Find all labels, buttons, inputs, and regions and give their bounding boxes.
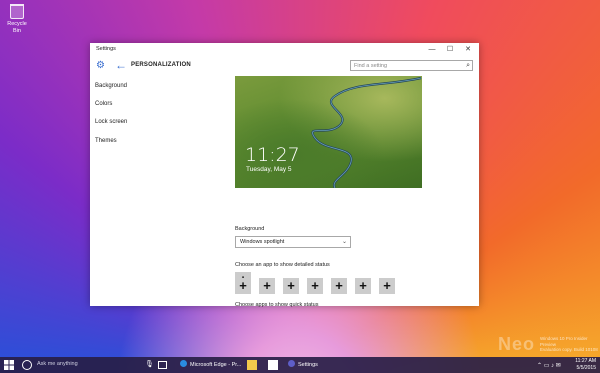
window-title: Settings xyxy=(96,46,116,52)
quick-status-add-button-5[interactable]: + xyxy=(331,278,347,294)
build-line-1: Windows 10 Pro Insider Preview xyxy=(540,336,588,347)
quick-status-add-button-7[interactable]: + xyxy=(379,278,395,294)
page-title: PERSONALIZATION xyxy=(131,62,191,68)
chevron-down-icon: ⌄ xyxy=(341,239,347,245)
build-watermark: Windows 10 Pro Insider Preview Evaluatio… xyxy=(540,336,600,353)
watermark-logo: Neo xyxy=(498,334,536,354)
lock-screen-date: Tuesday, May 5 xyxy=(246,166,292,173)
back-arrow-icon[interactable]: ← xyxy=(115,59,127,71)
lock-screen-preview: 11:27 Tuesday, May 5 xyxy=(235,76,422,188)
sidebar-item-themes[interactable]: Themes xyxy=(95,138,117,144)
task-view-icon[interactable] xyxy=(158,361,167,369)
sidebar-item-background[interactable]: Background xyxy=(95,83,127,89)
settings-window: Settings — ☐ ✕ ⚙ ← PERSONALIZATION ⌕ Bac… xyxy=(90,43,479,308)
clock-date: 5/5/2015 xyxy=(576,364,596,371)
quick-status-add-button-6[interactable]: + xyxy=(355,278,371,294)
background-label: Background xyxy=(235,226,265,232)
store-icon[interactable] xyxy=(268,360,278,370)
close-button[interactable]: ✕ xyxy=(463,45,473,54)
maximize-button[interactable]: ☐ xyxy=(445,45,455,54)
search-icon[interactable]: ⌕ xyxy=(466,61,470,70)
sidebar-item-lock-screen[interactable]: Lock screen xyxy=(95,119,127,125)
taskbar-search-box[interactable]: Ask me anything xyxy=(37,361,78,367)
quick-status-add-button-4[interactable]: + xyxy=(307,278,323,294)
recycle-bin-icon xyxy=(10,4,24,19)
lock-screen-time: 11:27 xyxy=(245,144,300,166)
main-content: 11:27 Tuesday, May 5 Background Windows … xyxy=(235,76,479,308)
taskbar: Ask me anything 🎙 Microsoft Edge - Pr...… xyxy=(0,357,600,373)
taskbar-app-settings[interactable]: Settings xyxy=(288,357,318,373)
taskbar-app-edge[interactable]: Microsoft Edge - Pr... xyxy=(180,357,241,373)
build-line-2: Evaluation copy. Build 10108 xyxy=(540,347,598,352)
title-bar[interactable]: Settings — ☐ ✕ xyxy=(90,43,479,56)
background-dropdown-value: Windows spotlight xyxy=(240,239,285,245)
taskbar-app-edge-label: Microsoft Edge - Pr... xyxy=(190,362,242,368)
windows-start-icon[interactable] xyxy=(4,360,14,370)
system-tray-icons[interactable]: ⌃ ▭ ♪ ✉ xyxy=(537,362,561,369)
edge-icon xyxy=(180,360,187,367)
cortana-icon[interactable] xyxy=(22,360,32,370)
quick-status-label: Choose apps to show quick status xyxy=(235,302,319,308)
clock-time: 11:27 AM xyxy=(575,358,596,364)
quick-status-add-button-3[interactable]: + xyxy=(283,278,299,294)
taskbar-app-settings-label: Settings xyxy=(298,362,318,368)
settings-header: ⚙ ← PERSONALIZATION ⌕ xyxy=(90,56,479,76)
microphone-icon[interactable]: 🎙 xyxy=(145,360,154,369)
gear-icon[interactable]: ⚙ xyxy=(96,61,106,71)
sidebar-item-colors[interactable]: Colors xyxy=(95,101,112,107)
taskbar-clock[interactable]: 11:27 AM 5/5/2015 xyxy=(575,358,596,371)
settings-gear-icon xyxy=(288,360,295,367)
quick-status-add-button-1[interactable]: + xyxy=(235,278,251,294)
search-box[interactable]: ⌕ xyxy=(350,60,473,71)
recycle-bin-shortcut[interactable]: Recycle Bin xyxy=(3,4,31,35)
detailed-status-label: Choose an app to show detailed status xyxy=(235,262,330,268)
minimize-button[interactable]: — xyxy=(427,45,437,54)
search-input[interactable] xyxy=(354,62,454,70)
quick-status-add-button-2[interactable]: + xyxy=(259,278,275,294)
file-explorer-icon[interactable] xyxy=(247,360,257,370)
background-dropdown[interactable]: Windows spotlight ⌄ xyxy=(235,236,351,248)
recycle-bin-label: Recycle Bin xyxy=(7,21,27,34)
